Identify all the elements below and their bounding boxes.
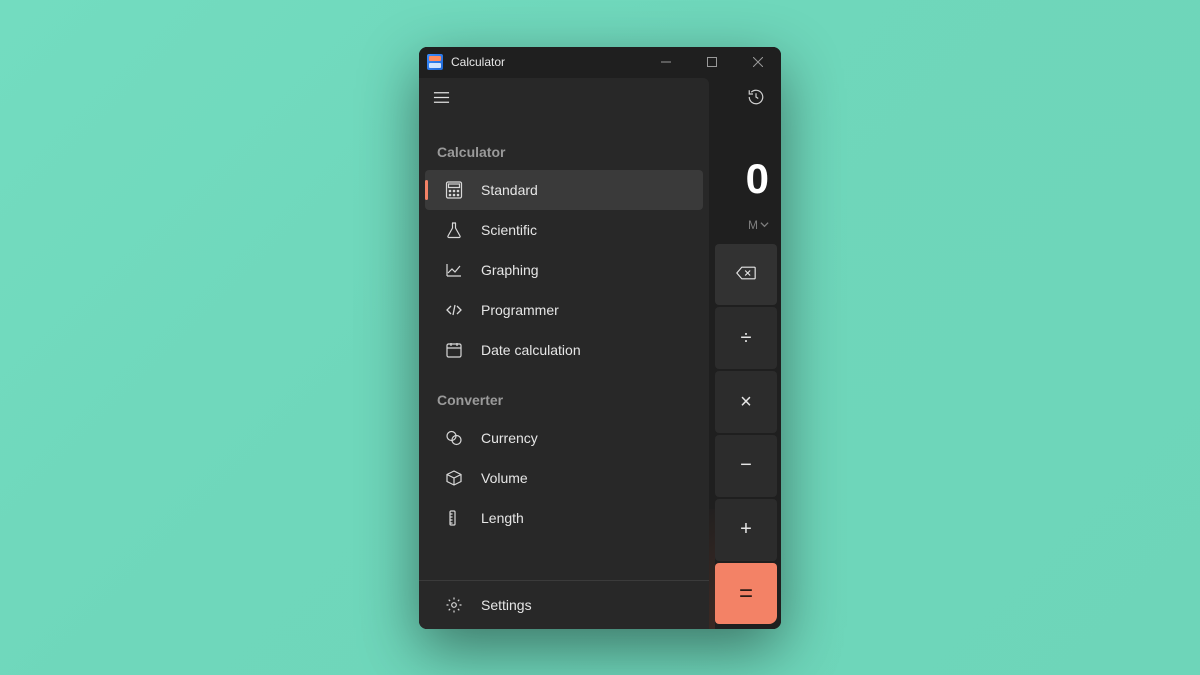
backspace-key[interactable] (715, 244, 777, 306)
nav-item-scientific[interactable]: Scientific (425, 210, 703, 250)
history-button[interactable] (747, 88, 765, 111)
graph-icon (445, 261, 463, 279)
currency-icon (445, 429, 463, 447)
close-icon (753, 57, 763, 67)
nav-item-label: Programmer (481, 302, 559, 318)
cube-icon (445, 469, 463, 487)
nav-item-standard[interactable]: Standard (425, 170, 703, 210)
nav-group-calculator-title: Calculator (419, 122, 709, 170)
calculator-window: Calculator 0 M (419, 47, 781, 629)
hamburger-button[interactable] (433, 89, 450, 111)
plus-key[interactable]: + (715, 499, 777, 561)
nav-item-label: Settings (481, 597, 532, 613)
minimize-icon (661, 57, 671, 67)
equals-key[interactable]: = (715, 563, 777, 625)
nav-item-label: Currency (481, 430, 538, 446)
right-column: 0 M ÷ × − + (715, 78, 781, 629)
calendar-icon (445, 341, 463, 359)
nav-group-converter-title: Converter (419, 370, 709, 418)
memory-label: M (748, 218, 758, 232)
divide-key[interactable]: ÷ (715, 307, 777, 369)
nav-item-label: Standard (481, 182, 538, 198)
nav-item-label: Date calculation (481, 342, 581, 358)
chevron-down-icon (760, 218, 769, 232)
backspace-icon (736, 263, 756, 286)
nav-item-date-calculation[interactable]: Date calculation (425, 330, 703, 370)
app-icon (427, 54, 443, 70)
memory-dropdown[interactable]: M (715, 212, 781, 240)
titlebar: Calculator (419, 47, 781, 78)
close-button[interactable] (735, 47, 781, 78)
nav-scroll[interactable]: Calculator Standard (419, 122, 709, 580)
top-toolbar (715, 78, 781, 122)
ruler-icon (445, 509, 463, 527)
nav-item-label: Scientific (481, 222, 537, 238)
history-icon (747, 88, 765, 106)
minimize-button[interactable] (643, 47, 689, 78)
nav-item-label: Graphing (481, 262, 539, 278)
nav-item-label: Volume (481, 470, 528, 486)
operator-keypad: ÷ × − + = (715, 240, 781, 629)
display-value: 0 (715, 122, 781, 212)
maximize-button[interactable] (689, 47, 735, 78)
maximize-icon (707, 57, 717, 67)
flask-icon (445, 221, 463, 239)
nav-item-volume[interactable]: Volume (425, 458, 703, 498)
nav-item-currency[interactable]: Currency (425, 418, 703, 458)
nav-item-label: Length (481, 510, 524, 526)
gear-icon (445, 596, 463, 614)
content-area: 0 M ÷ × − + (419, 78, 781, 629)
code-icon (445, 301, 463, 319)
nav-item-graphing[interactable]: Graphing (425, 250, 703, 290)
nav-item-programmer[interactable]: Programmer (425, 290, 703, 330)
multiply-key[interactable]: × (715, 371, 777, 433)
nav-item-settings[interactable]: Settings (425, 585, 703, 625)
minus-key[interactable]: − (715, 435, 777, 497)
calculator-icon (445, 181, 463, 199)
nav-item-length[interactable]: Length (425, 498, 703, 538)
window-title: Calculator (451, 55, 505, 69)
navigation-pane: Calculator Standard (419, 78, 709, 629)
